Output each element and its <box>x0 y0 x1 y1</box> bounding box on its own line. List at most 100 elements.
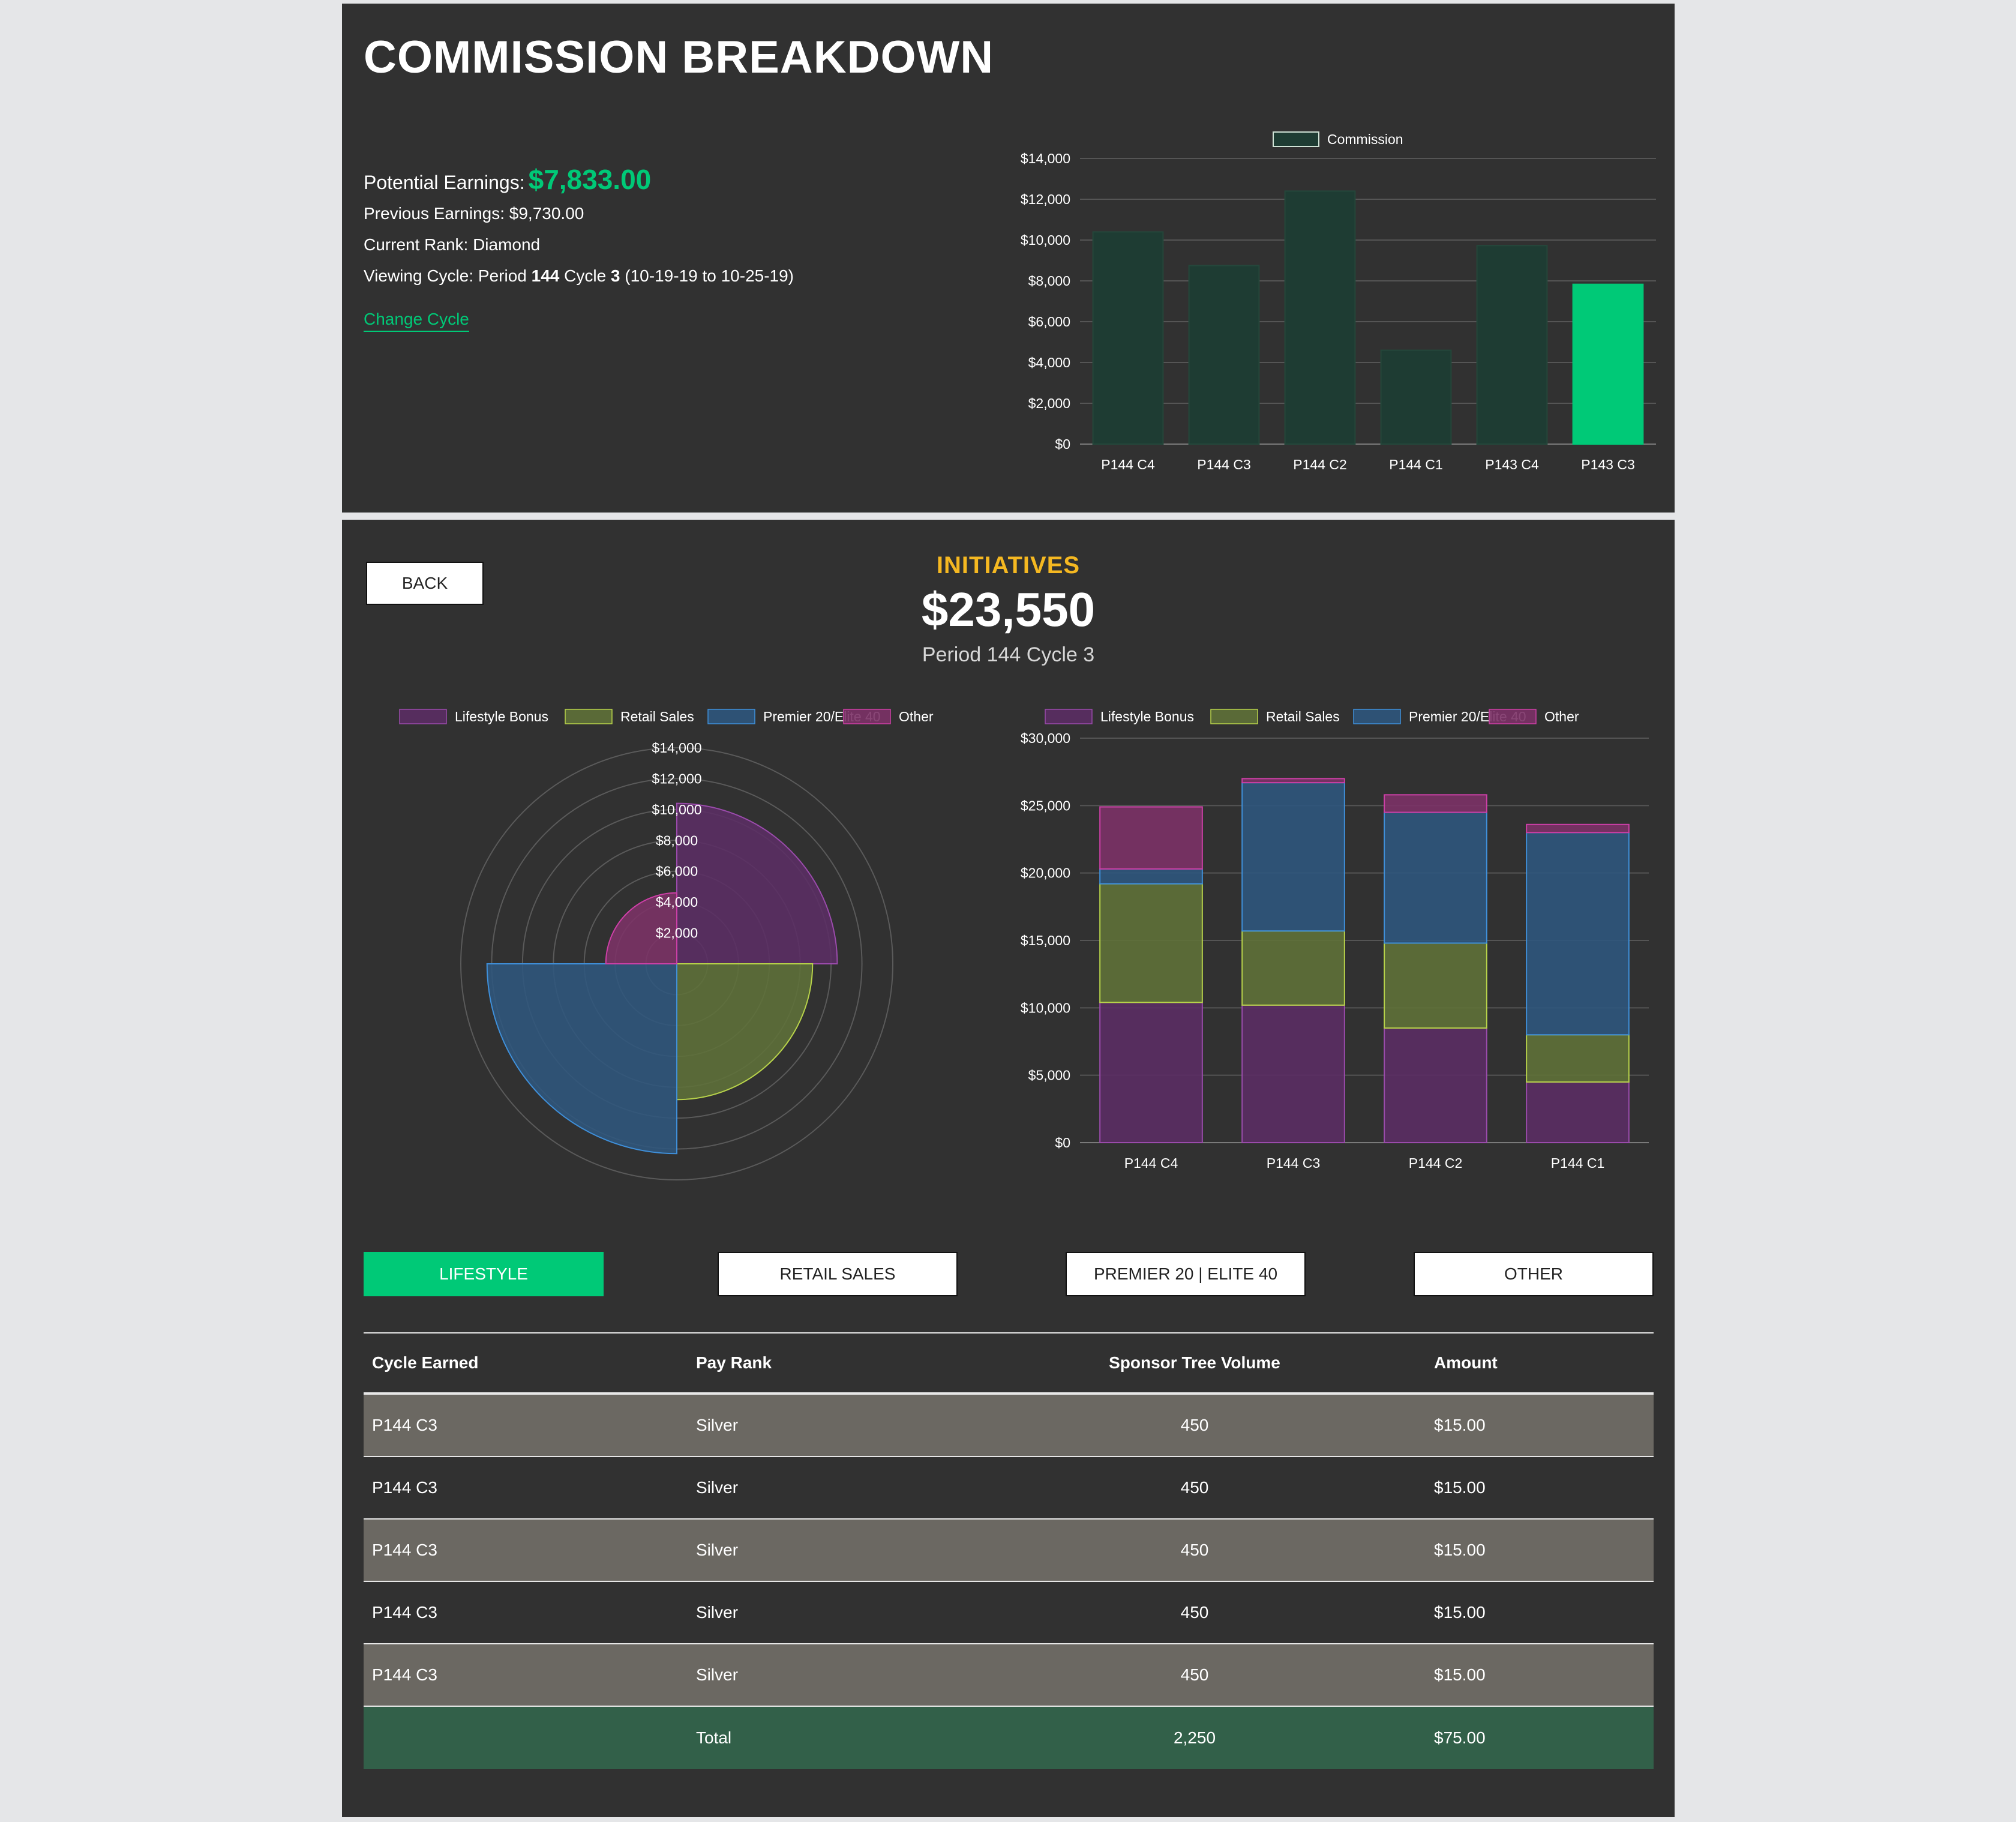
bar-segment-lifestyle-bonus-p144-c3 <box>1241 1004 1345 1143</box>
cell-pay-rank: Silver <box>696 1416 739 1434</box>
x-tick-label: P144 C1 <box>1389 457 1443 472</box>
r-tick-label: $10,000 <box>652 802 701 817</box>
y-tick-label: $6,000 <box>1028 314 1070 329</box>
cell-cycle-earned: P144 C3 <box>372 1416 437 1434</box>
y-tick-label: $10,000 <box>1021 232 1070 248</box>
r-tick-label: $8,000 <box>656 832 698 848</box>
bar-p144-c1 <box>1380 349 1452 445</box>
viewing-cycle-mid: Cycle <box>559 266 611 285</box>
cell-cycle-earned: P144 C3 <box>372 1478 437 1497</box>
r-tick-label: $4,000 <box>656 894 698 910</box>
cell-sponsor-tree-volume: 450 <box>1180 1478 1209 1497</box>
initiatives-total: $23,550 <box>921 583 1096 636</box>
y-tick-label: $0 <box>1055 436 1070 452</box>
bar-p144-c3 <box>1188 265 1260 445</box>
table-row: P144 C3 Silver 450 $15.00 <box>364 1644 1654 1707</box>
legend-swatch-lifestyle-bonus <box>1045 709 1093 724</box>
polar-wedge-retail-sales <box>676 963 814 1101</box>
header-cycle-earned: Cycle Earned <box>372 1353 479 1372</box>
table-row: P144 C3 Silver 450 $15.00 <box>364 1395 1654 1457</box>
legend-label-lifestyle-bonus: Lifestyle Bonus <box>1100 709 1194 724</box>
legend-label-retail-sales: Retail Sales <box>620 709 694 724</box>
x-tick-label: P144 C2 <box>1409 1155 1463 1171</box>
r-tick-label: $6,000 <box>656 864 698 879</box>
bar-segment-other-p144-c2 <box>1384 794 1487 813</box>
initiatives-panel: BACK INITIATIVES $23,550 Period 144 Cycl… <box>342 520 1675 1817</box>
table-total-row: Total 2,250 $75.00 <box>364 1707 1654 1769</box>
header-sponsor-tree-volume: Sponsor Tree Volume <box>1109 1353 1280 1372</box>
y-tick-label: $10,000 <box>1021 1000 1070 1015</box>
legend-swatch-retail-sales <box>1210 709 1258 724</box>
legend-swatch-other <box>1489 709 1537 724</box>
total-volume: 2,250 <box>1173 1728 1216 1747</box>
tab-retail-sales[interactable]: RETAIL SALES <box>718 1252 958 1296</box>
legend-label-other: Other <box>899 709 934 724</box>
y-tick-label: $14,000 <box>1021 151 1070 166</box>
cell-sponsor-tree-volume: 450 <box>1180 1416 1209 1434</box>
table-header-row: Cycle Earned Pay Rank Sponsor Tree Volum… <box>364 1332 1654 1395</box>
cell-pay-rank: Silver <box>696 1541 739 1559</box>
x-tick-label: P144 C1 <box>1551 1155 1605 1171</box>
legend-swatch-commission <box>1273 131 1319 147</box>
viewing-cycle-number: 3 <box>610 266 620 285</box>
viewing-cycle-prefix: Viewing Cycle: Period <box>364 266 532 285</box>
x-tick-label: P143 C4 <box>1485 457 1539 472</box>
x-tick-label: P144 C4 <box>1101 457 1155 472</box>
x-tick-label: P143 C3 <box>1581 457 1635 472</box>
cell-cycle-earned: P144 C3 <box>372 1603 437 1622</box>
bar-segment-other-p144-c4 <box>1099 806 1203 870</box>
cell-amount: $15.00 <box>1434 1541 1486 1559</box>
bar-segment-retail-sales-p144-c3 <box>1241 930 1345 1006</box>
tab-lifestyle[interactable]: LIFESTYLE <box>364 1252 604 1296</box>
potential-earnings-label: Potential Earnings: <box>364 172 525 193</box>
legend-swatch-premier-20-elite-40 <box>707 709 755 724</box>
polar-area-chart: Lifestyle Bonus Retail Sales Premier 20/El… <box>399 709 934 1180</box>
cell-cycle-earned: P144 C3 <box>372 1541 437 1559</box>
legend-label-commission: Commission <box>1327 131 1403 147</box>
commission-bar-chart: Commission $0 $2,000 $4,000 $6,000 $8,000 $10,… <box>1021 131 1656 472</box>
viewing-cycle: Viewing Cycle: Period 144 Cycle 3 (10-19… <box>364 266 794 286</box>
cell-amount: $15.00 <box>1434 1665 1486 1684</box>
legend-label-other: Other <box>1544 709 1579 724</box>
cell-cycle-earned: P144 C3 <box>372 1665 437 1684</box>
cell-pay-rank: Silver <box>696 1665 739 1684</box>
bar-segment-lifestyle-bonus-p144-c2 <box>1384 1027 1487 1143</box>
x-tick-label: P144 C3 <box>1267 1155 1321 1171</box>
table-row: P144 C3 Silver 450 $15.00 <box>364 1520 1654 1582</box>
initiatives-title: INITIATIVES <box>936 552 1081 579</box>
bar-segment-premier-20-elite-40-p144-c4 <box>1099 868 1203 885</box>
total-amount: $75.00 <box>1434 1728 1486 1747</box>
x-tick-label: P144 C2 <box>1293 457 1347 472</box>
table-row: P144 C3 Silver 450 $15.00 <box>364 1457 1654 1520</box>
bar-segment-other-p144-c1 <box>1526 823 1630 834</box>
polar-wedge-premier-20-elite-40 <box>486 963 677 1155</box>
y-tick-label: $2,000 <box>1028 395 1070 411</box>
bar-p143-c4 <box>1476 245 1548 445</box>
legend-swatch-premier-20-elite-40 <box>1353 709 1401 724</box>
y-tick-label: $5,000 <box>1028 1068 1070 1083</box>
initiatives-period: Period 144 Cycle 3 <box>922 643 1095 666</box>
stacked-bar-chart: Lifestyle Bonus Retail Sales Premier 20/El… <box>1021 709 1649 1171</box>
bar-segment-lifestyle-bonus-p144-c4 <box>1099 1002 1203 1144</box>
potential-earnings: Potential Earnings: $7,833.00 <box>364 163 651 196</box>
r-tick-label: $2,000 <box>656 925 698 941</box>
tab-premier-elite[interactable]: PREMIER 20 | ELITE 40 <box>1066 1252 1306 1296</box>
legend-label-retail-sales: Retail Sales <box>1266 709 1340 724</box>
legend-swatch-lifestyle-bonus <box>399 709 447 724</box>
r-tick-label: $12,000 <box>652 771 701 786</box>
viewing-cycle-dates: (10-19-19 to 10-25-19) <box>620 266 794 285</box>
cell-amount: $15.00 <box>1434 1603 1486 1622</box>
page-title: COMMISSION BREAKDOWN <box>364 32 994 83</box>
table-row: P144 C3 Silver 450 $15.00 <box>364 1582 1654 1644</box>
change-cycle-link[interactable]: Change Cycle <box>364 310 469 332</box>
bar-segment-retail-sales-p144-c2 <box>1384 942 1487 1029</box>
cell-amount: $15.00 <box>1434 1416 1486 1434</box>
current-rank: Current Rank: Diamond <box>364 235 541 254</box>
y-tick-label: $15,000 <box>1021 933 1070 948</box>
y-tick-label: $0 <box>1055 1135 1070 1150</box>
tab-other[interactable]: OTHER <box>1414 1252 1654 1296</box>
previous-earnings: Previous Earnings: $9,730.00 <box>364 204 584 223</box>
potential-earnings-value: $7,833.00 <box>528 164 652 195</box>
viewing-cycle-period: 144 <box>531 266 560 285</box>
cell-amount: $15.00 <box>1434 1478 1486 1497</box>
